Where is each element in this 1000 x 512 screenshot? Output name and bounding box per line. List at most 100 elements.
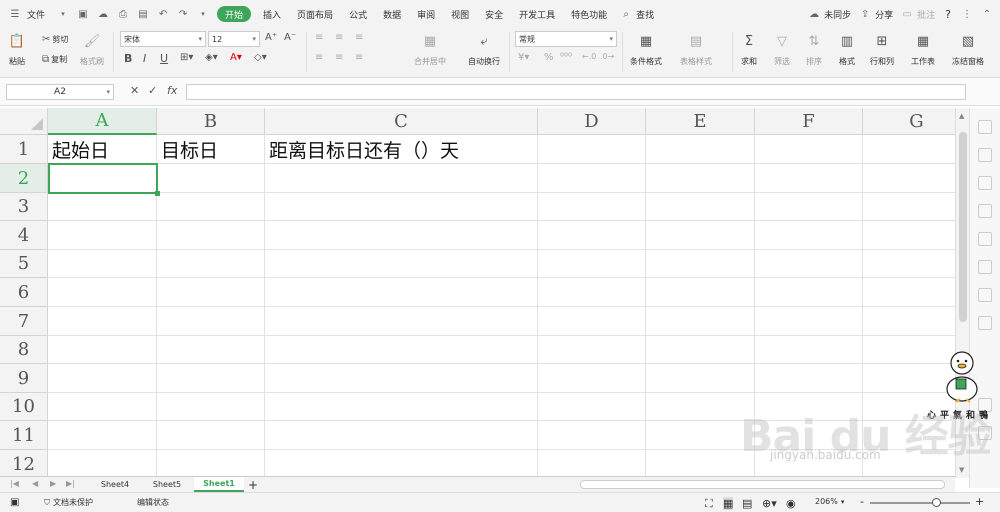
clear-format-button[interactable]: ◇▾ <box>254 52 267 63</box>
empty-cell[interactable] <box>646 193 755 221</box>
empty-cell[interactable] <box>48 250 157 278</box>
format-button[interactable]: ▥ 格式 <box>838 32 856 67</box>
increase-decimal-button[interactable]: ←.0 <box>582 52 596 61</box>
document-protection[interactable]: ⛉ 文档未保护 <box>44 497 93 508</box>
panel-icon[interactable] <box>978 316 992 330</box>
font-color-button[interactable]: A▾ <box>230 52 242 63</box>
customize-icon[interactable]: ▾ <box>196 7 210 21</box>
column-header-f[interactable]: F <box>755 108 863 135</box>
empty-cell[interactable] <box>538 164 646 193</box>
empty-cell[interactable] <box>265 421 538 450</box>
bold-button[interactable]: B <box>124 52 132 65</box>
empty-cell[interactable] <box>863 250 955 278</box>
panel-icon[interactable] <box>978 260 992 274</box>
align-right-button[interactable]: ≡ <box>355 52 363 63</box>
horizontal-scrollbar[interactable] <box>580 480 945 489</box>
empty-cell[interactable] <box>157 421 265 450</box>
insert-function-button[interactable]: fx <box>167 84 177 97</box>
row-header-9[interactable]: 9 <box>0 364 48 393</box>
row-header-3[interactable]: 3 <box>0 193 48 221</box>
sync-status-button[interactable]: 未同步 <box>824 0 855 28</box>
cloud-save-icon[interactable]: ☁ <box>96 7 110 21</box>
empty-cell[interactable] <box>646 364 755 393</box>
tab-page-layout[interactable]: 页面布局 <box>289 0 341 28</box>
wrap-text-button[interactable]: ⤶ 自动换行 <box>468 32 500 67</box>
scroll-up-icon[interactable]: ▲ <box>959 112 964 120</box>
empty-cell[interactable] <box>265 450 538 478</box>
empty-cell[interactable] <box>48 364 157 393</box>
help-button[interactable]: ? <box>939 0 957 28</box>
save-icon[interactable]: ▣ <box>76 7 90 21</box>
empty-cell[interactable] <box>863 307 955 336</box>
number-format-select[interactable]: 常规 ▾ <box>515 31 617 47</box>
zoom-out-button[interactable]: - <box>860 495 864 508</box>
font-size-select[interactable]: 12 ▾ <box>208 31 260 47</box>
zoom-slider-track[interactable] <box>870 502 970 504</box>
row-header-10[interactable]: 10 <box>0 393 48 421</box>
empty-cell[interactable] <box>646 450 755 478</box>
empty-cell[interactable] <box>48 307 157 336</box>
column-header-e[interactable]: E <box>646 108 755 135</box>
paste-button[interactable]: 📋 粘贴 <box>8 32 26 67</box>
empty-cell[interactable] <box>538 450 646 478</box>
cell-c1[interactable]: 距离目标日还有（）天 <box>265 135 538 164</box>
redo-icon[interactable]: ↷ <box>176 7 190 21</box>
tab-view[interactable]: 视图 <box>443 0 477 28</box>
empty-cell[interactable] <box>863 193 955 221</box>
tab-special[interactable]: 特色功能 <box>563 0 615 28</box>
empty-cell[interactable] <box>157 450 265 478</box>
empty-cell[interactable] <box>863 164 955 193</box>
empty-cell[interactable] <box>48 221 157 250</box>
empty-cell[interactable] <box>265 336 538 364</box>
empty-cell[interactable] <box>538 336 646 364</box>
empty-cell[interactable] <box>755 250 863 278</box>
panel-icon[interactable] <box>978 120 992 134</box>
increase-font-button[interactable]: A⁺ <box>265 32 277 43</box>
collapse-ribbon-icon[interactable]: ⌃ <box>980 7 994 21</box>
empty-cell[interactable] <box>48 336 157 364</box>
prev-sheet-icon[interactable]: ◀ <box>32 479 38 488</box>
font-name-select[interactable]: 宋体 ▾ <box>120 31 206 47</box>
empty-cell[interactable] <box>646 278 755 307</box>
empty-cell[interactable] <box>538 278 646 307</box>
tab-formulas[interactable]: 公式 <box>341 0 375 28</box>
cell-b1[interactable]: 目标日 <box>157 135 265 164</box>
eye-protection-icon[interactable]: ◉ <box>786 497 796 510</box>
row-header-12[interactable]: 12 <box>0 450 48 478</box>
empty-cell[interactable] <box>265 278 538 307</box>
zoom-in-button[interactable]: + <box>975 495 984 508</box>
print-icon[interactable]: ⎙ <box>116 7 130 21</box>
empty-cell[interactable] <box>538 393 646 421</box>
empty-cell[interactable] <box>646 336 755 364</box>
align-middle-button[interactable]: ≡ <box>335 32 343 43</box>
empty-cell[interactable] <box>265 250 538 278</box>
decrease-font-button[interactable]: A⁻ <box>284 32 296 43</box>
empty-cell[interactable] <box>755 193 863 221</box>
empty-cell[interactable] <box>157 164 265 193</box>
border-button[interactable]: ⊞▾ <box>180 52 193 63</box>
empty-cell[interactable] <box>538 421 646 450</box>
sheet-tab-sheet5[interactable]: Sheet5 <box>142 477 192 492</box>
empty-cell[interactable] <box>755 135 863 164</box>
empty-cell[interactable] <box>755 221 863 250</box>
empty-cell[interactable] <box>157 336 265 364</box>
empty-cell[interactable] <box>48 450 157 478</box>
empty-cell[interactable] <box>863 135 955 164</box>
row-header-1[interactable]: 1 <box>0 135 48 164</box>
panel-icon[interactable] <box>978 232 992 246</box>
macro-icon[interactable]: ▣ <box>10 497 19 508</box>
align-top-button[interactable]: ≡ <box>315 32 323 43</box>
tab-developer[interactable]: 开发工具 <box>511 0 563 28</box>
empty-cell[interactable] <box>646 393 755 421</box>
file-menu[interactable]: 文件 <box>25 0 53 28</box>
align-left-button[interactable]: ≡ <box>315 52 323 63</box>
panel-icon[interactable] <box>978 176 992 190</box>
empty-cell[interactable] <box>48 393 157 421</box>
conditional-format-button[interactable]: ▦ 条件格式 <box>630 32 662 67</box>
format-painter-button[interactable]: 🖌 格式刷 <box>80 32 104 67</box>
fullscreen-icon[interactable]: ⛶ <box>705 497 713 511</box>
empty-cell[interactable] <box>538 193 646 221</box>
align-center-button[interactable]: ≡ <box>335 52 343 63</box>
rows-columns-button[interactable]: ⊞ 行和列 <box>870 32 894 67</box>
sort-button[interactable]: ⇅ 排序 <box>805 32 823 67</box>
